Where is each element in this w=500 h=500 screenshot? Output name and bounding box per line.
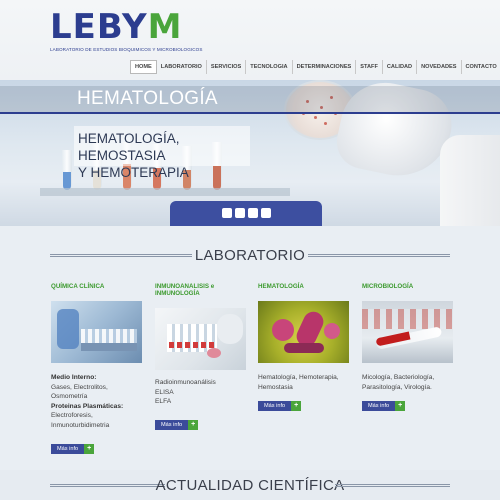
- desc-line: Hematología, Hemoterapia,: [258, 374, 339, 381]
- mas-info-button-inmunoanalisis[interactable]: Más info +: [155, 420, 199, 430]
- blood-cell-shape: [284, 343, 324, 353]
- tube-rack: [40, 188, 290, 196]
- dish-shape: [207, 348, 221, 358]
- gloved-hand-shape: [217, 314, 243, 344]
- mas-info-button-quimica[interactable]: Más info +: [51, 444, 95, 454]
- desc-line: Radioinmunoanálisis: [155, 379, 216, 386]
- quimica-clinica-description: Medio Interno: Gases, Electrolitos, Osmo…: [51, 373, 146, 431]
- card-title-line: INMUNOLOGÍA: [155, 290, 200, 297]
- microbiologia-image: [362, 301, 453, 363]
- card-title-line: QUÍMICA CLÍNICA: [51, 283, 105, 290]
- logo-accent: M: [147, 7, 183, 47]
- card-title-line: MICROBIOLOGÍA: [362, 283, 414, 290]
- section-heading-actualidad: ACTUALIDAD CIENTÍFICA: [50, 478, 450, 494]
- card-title-line: HEMATOLOGÍA: [258, 283, 304, 290]
- blood-cell-shape: [272, 319, 294, 341]
- card-title-line: INMUNOANALISIS e: [155, 283, 215, 290]
- section-heading-laboratorio: LABORATORIO: [50, 248, 450, 264]
- colony-dot: [324, 122, 327, 125]
- logo-main: LEBY: [50, 7, 148, 47]
- mas-info-label: Más info: [258, 401, 292, 411]
- plus-icon: +: [395, 401, 406, 411]
- mas-info-label: Más info: [155, 420, 189, 430]
- sample-rack-shape: [81, 329, 137, 343]
- nav-staff[interactable]: STAFF: [356, 60, 383, 74]
- plus-icon: +: [84, 444, 95, 454]
- red-caps-shape: [169, 342, 215, 348]
- desc-line: ELISA: [155, 388, 174, 396]
- slider-dot-4[interactable]: [261, 208, 271, 218]
- card-title[interactable]: MICROBIOLOGÍA: [362, 283, 454, 297]
- logo[interactable]: LEBYM LABORATORIO DE ESTUDIOS BIOQUIMICO…: [50, 10, 202, 52]
- nav-tecnologia[interactable]: TECNOLOGIA: [246, 60, 293, 74]
- nav-home[interactable]: HOME: [130, 60, 157, 74]
- nav-novedades[interactable]: NOVEDADES: [417, 60, 462, 74]
- plus-icon: +: [188, 420, 199, 430]
- card-title[interactable]: QUÍMICA CLÍNICA: [51, 283, 143, 297]
- nav-calidad[interactable]: CALIDAD: [383, 60, 418, 74]
- main-nav: HOME LABORATORIO SERVICIOS TECNOLOGIA DE…: [130, 60, 500, 74]
- hero-title: HEMATOLOGÍA: [77, 88, 218, 109]
- service-card-inmunoanalisis: INMUNOANALISIS e INMUNOLOGÍA: [155, 283, 247, 297]
- hero-subtitle-line1: HEMATOLOGÍA, HEMOSTASIA: [78, 131, 180, 163]
- hero-slider: HEMATOLOGÍA HEMATOLOGÍA, HEMOSTASIA Y HE…: [0, 80, 500, 226]
- service-card-hematologia: HEMATOLOGÍA: [258, 283, 350, 297]
- tube-row-shape: [362, 309, 453, 329]
- desc-line: Proteinas Plasmáticas:: [51, 402, 124, 410]
- slider-pager: [222, 208, 271, 218]
- service-card-quimica: QUÍMICA CLÍNICA: [51, 283, 143, 297]
- nav-determinaciones[interactable]: DETERMINACIONES: [293, 60, 357, 74]
- instrument-base-shape: [81, 343, 137, 351]
- hero-title-band: [0, 86, 500, 114]
- logo-tagline: LABORATORIO DE ESTUDIOS BIOQUIMICOS Y MI…: [50, 47, 203, 52]
- desc-line: Hemostasia: [258, 383, 293, 391]
- heading-rule-right: [308, 254, 450, 257]
- mas-info-label: Más info: [51, 444, 85, 454]
- colony-dot: [314, 116, 317, 119]
- plus-icon: +: [291, 401, 302, 411]
- mas-info-button-hematologia[interactable]: Más info +: [258, 401, 302, 411]
- nav-servicios[interactable]: SERVICIOS: [207, 60, 247, 74]
- card-title[interactable]: HEMATOLOGÍA: [258, 283, 350, 297]
- logo-wordmark: LEBYM: [50, 10, 182, 44]
- desc-line: Parasitología, Virología.: [362, 383, 432, 391]
- mas-info-label: Más info: [362, 401, 396, 411]
- desc-line: ELFA: [155, 398, 172, 406]
- hero-subtitle-line2: Y HEMOTERAPIA: [78, 165, 189, 180]
- slider-dot-1[interactable]: [222, 208, 232, 218]
- desc-line: Inmunoturbidimetria: [51, 421, 110, 429]
- nav-laboratorio[interactable]: LABORATORIO: [157, 60, 207, 74]
- desc-line: Medio Interno:: [51, 374, 97, 381]
- blood-cell-shape: [324, 323, 340, 339]
- microbiologia-description: Micología, Bacteriología, Parasitología,…: [362, 373, 457, 392]
- quimica-clinica-image: [51, 301, 142, 363]
- lab-coat-sleeve-image: [440, 135, 500, 226]
- inmunoanalisis-description: Radioinmunoanálisis ELISA ELFA: [155, 378, 250, 407]
- inmunoanalisis-image: [155, 308, 246, 370]
- mas-info-button-microbiologia[interactable]: Más info +: [362, 401, 406, 411]
- desc-line: Osmometría: [51, 393, 88, 401]
- site-header: LEBYM LABORATORIO DE ESTUDIOS BIOQUIMICO…: [0, 0, 500, 80]
- slider-dot-2[interactable]: [235, 208, 245, 218]
- hematologia-description: Hematología, Hemoterapia, Hemostasia: [258, 373, 353, 392]
- service-card-microbiologia: MICROBIOLOGÍA: [362, 283, 454, 297]
- desc-line: Micología, Bacteriología,: [362, 374, 435, 381]
- gloved-hand-shape: [57, 309, 79, 349]
- desc-line: Electroforesis,: [51, 412, 93, 420]
- nav-contacto[interactable]: CONTACTO: [462, 60, 500, 74]
- hematologia-image: [258, 301, 349, 363]
- test-tube-image: [62, 150, 72, 190]
- slider-dot-3[interactable]: [248, 208, 258, 218]
- card-title[interactable]: INMUNOANALISIS e INMUNOLOGÍA: [155, 283, 247, 297]
- desc-line: Gases, Electrolitos,: [51, 383, 108, 391]
- hero-subtitle: HEMATOLOGÍA, HEMOSTASIA Y HEMOTERAPIA: [78, 130, 258, 181]
- heading-rule-right: [335, 484, 450, 487]
